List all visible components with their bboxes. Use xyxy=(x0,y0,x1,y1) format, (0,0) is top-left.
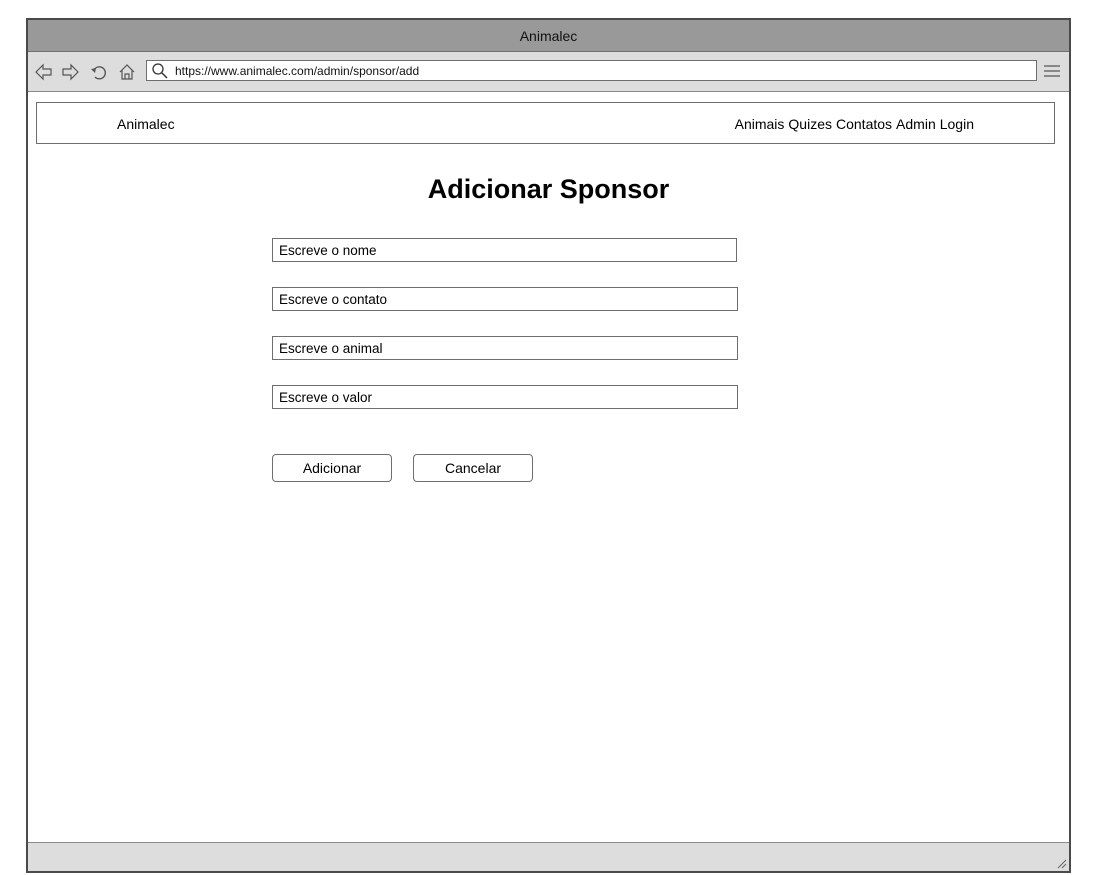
site-navbar: Animalec Animais Quizes Contatos Admin L… xyxy=(36,102,1055,144)
nav-links: Animais Quizes Contatos Admin Login xyxy=(735,116,974,132)
home-icon[interactable] xyxy=(117,62,137,82)
animal-input[interactable] xyxy=(272,336,738,360)
nav-link-contatos[interactable]: Contatos xyxy=(836,116,892,132)
nav-link-quizes[interactable]: Quizes xyxy=(788,116,832,132)
browser-toolbar: https://www.animalec.com/admin/sponsor/a… xyxy=(28,52,1069,92)
page-title: Adicionar Sponsor xyxy=(427,174,670,204)
reload-icon[interactable] xyxy=(89,62,109,82)
cancel-button[interactable]: Cancelar xyxy=(413,454,533,482)
nav-link-animais[interactable]: Animais xyxy=(735,116,785,132)
page-content: Animalec Animais Quizes Contatos Admin L… xyxy=(28,92,1069,843)
forward-icon[interactable] xyxy=(60,62,80,82)
browser-window: Animalec https://www.animalec.com/admin/… xyxy=(26,18,1071,873)
contact-input[interactable] xyxy=(272,287,738,311)
nav-link-login[interactable]: Login xyxy=(940,116,974,132)
add-button[interactable]: Adicionar xyxy=(272,454,392,482)
window-titlebar: Animalec xyxy=(28,20,1069,52)
menu-icon[interactable] xyxy=(1043,63,1061,79)
url-text: https://www.animalec.com/admin/sponsor/a… xyxy=(175,63,420,78)
resize-grip-icon[interactable] xyxy=(1055,857,1067,869)
name-input[interactable] xyxy=(272,238,737,262)
search-icon xyxy=(152,62,168,79)
status-bar xyxy=(28,842,1069,871)
nav-link-admin[interactable]: Admin xyxy=(896,116,936,132)
address-bar[interactable]: https://www.animalec.com/admin/sponsor/a… xyxy=(146,60,1037,81)
back-icon[interactable] xyxy=(34,62,54,82)
value-input[interactable] xyxy=(272,385,738,409)
site-brand[interactable]: Animalec xyxy=(117,116,175,132)
window-title: Animalec xyxy=(519,27,578,44)
